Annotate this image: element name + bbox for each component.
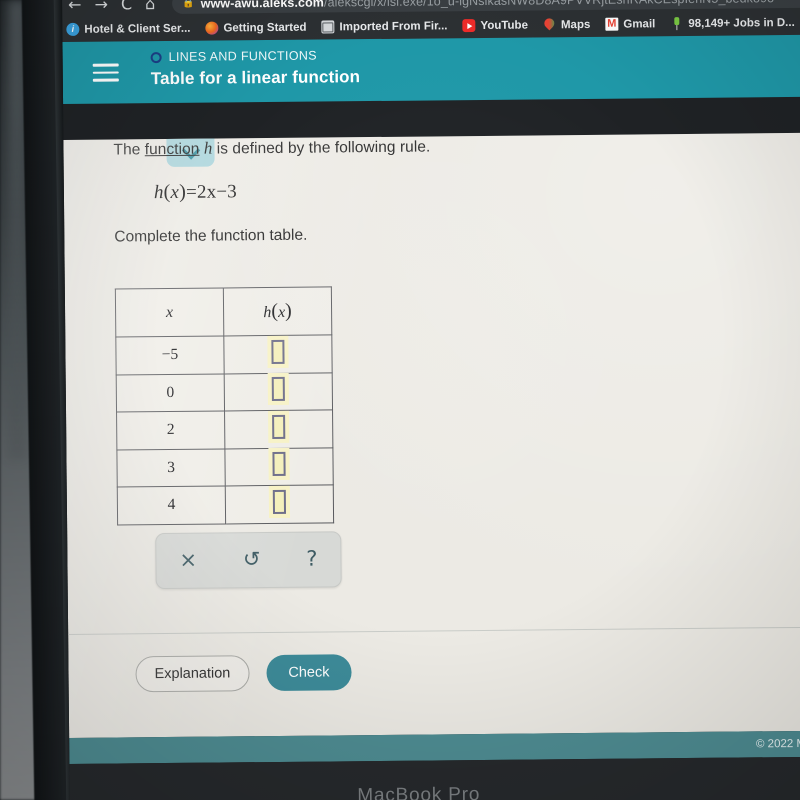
firefox-icon: [205, 21, 219, 35]
answer-input[interactable]: [272, 414, 286, 439]
problem-statement: The function h is defined by the followi…: [113, 133, 800, 160]
device-brand-label: MacBook Pro: [357, 784, 481, 800]
cell-answer[interactable]: [225, 484, 334, 524]
answer-input[interactable]: [272, 489, 287, 514]
forward-icon[interactable]: →: [94, 0, 108, 13]
bookmark-gmail[interactable]: Gmail: [605, 17, 656, 31]
reload-icon[interactable]: C: [121, 0, 132, 13]
function-rule: h(x)=2x−3: [154, 175, 800, 204]
page-title: Table for a linear function: [150, 67, 361, 89]
back-icon[interactable]: ←: [68, 0, 82, 13]
bookmark-label: YouTube: [480, 19, 529, 32]
cell-x-value: 4: [117, 485, 226, 525]
url-host: www-awu.aleks.com: [200, 0, 325, 11]
info-icon: [66, 22, 80, 36]
bookmark-label: Hotel & Client Ser...: [84, 22, 191, 36]
formula-body: =2x−3: [185, 181, 238, 203]
table-row: −5: [115, 334, 333, 375]
bookmark-label: Imported From Fir...: [339, 19, 448, 33]
bookmark-jobs[interactable]: 98,149+ Jobs in D...: [670, 16, 795, 30]
math-palette-toolbar: × ↺ ?: [155, 530, 342, 589]
column-header-x: x: [115, 287, 224, 337]
cell-x-value: 2: [116, 410, 225, 450]
bookmark-label: Maps: [560, 18, 591, 31]
answer-input[interactable]: [271, 377, 285, 402]
table-row: 3: [116, 447, 334, 487]
function-table: x h(x) −5 0 2 3 4: [114, 286, 335, 525]
hamburger-menu-icon[interactable]: [92, 63, 119, 86]
prompt-function-symbol: h: [203, 138, 213, 158]
bookmark-hotel-client[interactable]: Hotel & Client Ser...: [66, 22, 190, 36]
bookmark-imported-from-firefox[interactable]: Imported From Fir...: [321, 19, 448, 34]
bookmark-youtube[interactable]: YouTube: [462, 19, 528, 33]
undo-icon[interactable]: ↺: [243, 547, 261, 571]
maps-pin-icon: [543, 18, 556, 31]
cell-x-value: −5: [115, 335, 225, 375]
prompt-suffix: is defined by the following rule.: [212, 138, 431, 158]
clear-icon[interactable]: ×: [179, 548, 197, 572]
function-table-wrapper: x h(x) −5 0 2 3 4: [114, 282, 800, 525]
section-divider: [68, 626, 800, 635]
topic-line: LINES AND FUNCTIONS: [150, 44, 800, 64]
photo-of-laptop-screen: ← → C ⌂ 🔒 www-awu.aleks.com/alekscgi/x/l…: [0, 0, 800, 800]
progress-circle-icon: [150, 51, 162, 63]
url-text: www-awu.aleks.com/alekscgi/x/lsl.exe/1o_…: [201, 0, 775, 10]
topic-label: LINES AND FUNCTIONS: [168, 48, 318, 64]
formula-fn: h: [153, 182, 164, 204]
bookmark-maps[interactable]: Maps: [543, 18, 591, 31]
gmail-icon: [605, 17, 619, 31]
table-row: 0: [116, 372, 333, 412]
table-header-row: x h(x): [115, 286, 332, 337]
bookmark-label: Gmail: [623, 17, 656, 31]
app-header: LINES AND FUNCTIONS Table for a linear f…: [62, 34, 800, 104]
laptop-screen: ← → C ⌂ 🔒 www-awu.aleks.com/alekscgi/x/l…: [62, 0, 800, 800]
check-button[interactable]: Check: [266, 654, 352, 692]
pin-icon: [670, 17, 683, 30]
copyright-text: © 2022 Mc…: [755, 737, 800, 751]
cell-answer[interactable]: [223, 334, 333, 374]
cell-answer[interactable]: [224, 409, 333, 449]
action-buttons: Explanation Check: [135, 650, 800, 693]
bookmark-label: 98,149+ Jobs in D...: [688, 16, 795, 30]
lock-icon: 🔒: [182, 0, 195, 9]
cell-answer[interactable]: [224, 447, 334, 486]
answer-input[interactable]: [271, 339, 285, 364]
home-icon[interactable]: ⌂: [145, 0, 155, 13]
bookmark-label: Getting Started: [223, 21, 307, 34]
url-path: /alekscgi/x/lsl.exe/1o_u-lgNslkasNW8D8A9…: [324, 0, 774, 9]
worksheet-page: The function h is defined by the followi…: [63, 132, 800, 738]
table-row: 2: [116, 409, 333, 450]
cell-x-value: 3: [116, 448, 226, 487]
header-close-paren: ): [285, 299, 292, 322]
cell-answer[interactable]: [224, 372, 333, 411]
bookmark-getting-started[interactable]: Getting Started: [205, 21, 307, 35]
explanation-button[interactable]: Explanation: [135, 655, 250, 693]
prompt-prefix: The: [113, 141, 145, 159]
table-row: 4: [117, 484, 334, 525]
function-glossary-link[interactable]: function: [145, 141, 200, 159]
instruction-text: Complete the function table.: [114, 226, 308, 246]
answer-input[interactable]: [272, 452, 286, 477]
youtube-icon: [462, 19, 476, 33]
laptop-lower-bezel: MacBook Pro: [69, 756, 800, 800]
column-header-hx: h(x): [223, 286, 332, 336]
cell-x-value: 0: [116, 373, 225, 412]
help-icon[interactable]: ?: [306, 547, 317, 571]
folder-icon: [321, 20, 335, 34]
